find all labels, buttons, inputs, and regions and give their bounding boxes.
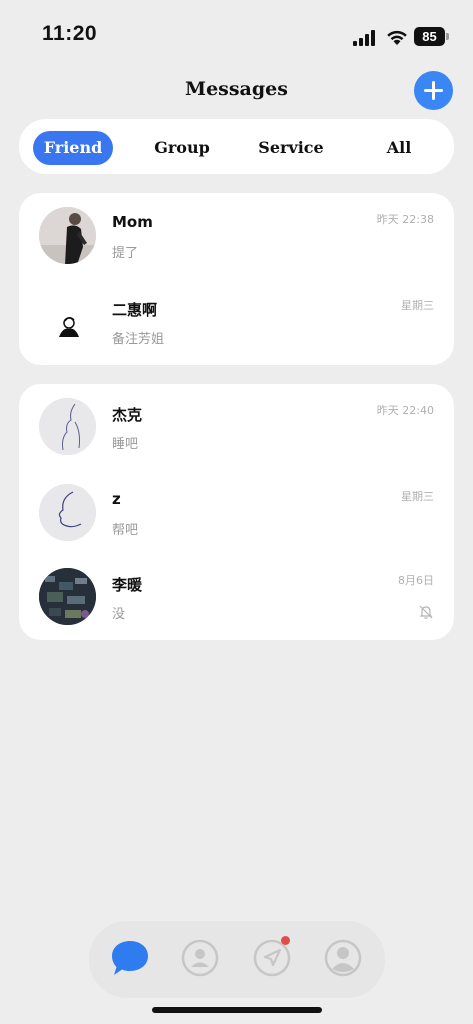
nav-profile[interactable] (323, 938, 363, 978)
conversation-item[interactable]: z 帮吧 星期三 (19, 470, 454, 556)
conversation-item[interactable]: Mom 提了 昨天 22:38 (19, 193, 454, 279)
avatar (39, 207, 96, 264)
nav-discover[interactable] (252, 936, 292, 978)
message-preview: 没 (112, 607, 126, 622)
tab-all[interactable]: All (369, 131, 429, 165)
avatar (39, 568, 96, 625)
wifi-icon (387, 30, 407, 45)
status-time: 11:20 (42, 22, 98, 45)
message-preview: 备注芳姐 (112, 332, 165, 347)
tab-friend[interactable]: Friend (33, 131, 113, 165)
contact-name: 杰克 (112, 406, 143, 424)
avatar (39, 293, 96, 350)
battery-level: 85 (422, 29, 437, 44)
message-time: 8月6日 (398, 574, 434, 587)
conversation-item[interactable]: 李暖 没 8月6日 (19, 554, 454, 640)
tab-service[interactable]: Service (249, 131, 333, 165)
category-tabs: Friend Group Service All (19, 119, 454, 174)
message-preview: 提了 (112, 246, 139, 261)
conversation-item[interactable]: 二惠啊 备注芳姐 星期三 (19, 279, 454, 365)
contact-name: 二惠啊 (112, 301, 158, 319)
nav-contacts[interactable] (180, 938, 220, 978)
message-time: 星期三 (401, 490, 434, 503)
mute-bell-icon (419, 605, 433, 619)
avatar (39, 398, 96, 455)
cellular-signal-icon (353, 30, 375, 46)
add-conversation-button[interactable] (414, 71, 453, 110)
home-indicator[interactable] (152, 1007, 322, 1013)
avatar (39, 484, 96, 541)
bottom-navigation (89, 921, 385, 998)
conversation-item[interactable]: 杰克 睡吧 昨天 22:40 (19, 384, 454, 470)
message-preview: 帮吧 (112, 523, 139, 538)
conversation-card: 杰克 睡吧 昨天 22:40 z 帮吧 星期三 李暖 没 8月6日 (19, 384, 454, 640)
plus-icon (424, 81, 443, 100)
conversation-card: Mom 提了 昨天 22:38 二惠啊 备注芳姐 星期三 (19, 193, 454, 365)
battery-cap (446, 33, 449, 40)
chat-bubble-icon (112, 941, 148, 975)
message-time: 昨天 22:40 (376, 404, 434, 417)
notification-badge (281, 936, 290, 945)
contact-name: Mom (112, 213, 153, 231)
nav-messages[interactable] (110, 938, 150, 978)
message-preview: 睡吧 (112, 437, 139, 452)
page-title: Messages (185, 78, 288, 100)
status-bar: 11:20 85 (0, 0, 473, 70)
tab-group[interactable]: Group (142, 131, 222, 165)
contacts-icon (181, 939, 219, 977)
battery-indicator: 85 (414, 27, 450, 47)
contact-name: z (112, 490, 121, 508)
profile-icon (324, 939, 362, 977)
message-time: 星期三 (401, 299, 434, 312)
contact-name: 李暖 (112, 576, 143, 594)
message-time: 昨天 22:38 (376, 213, 434, 226)
